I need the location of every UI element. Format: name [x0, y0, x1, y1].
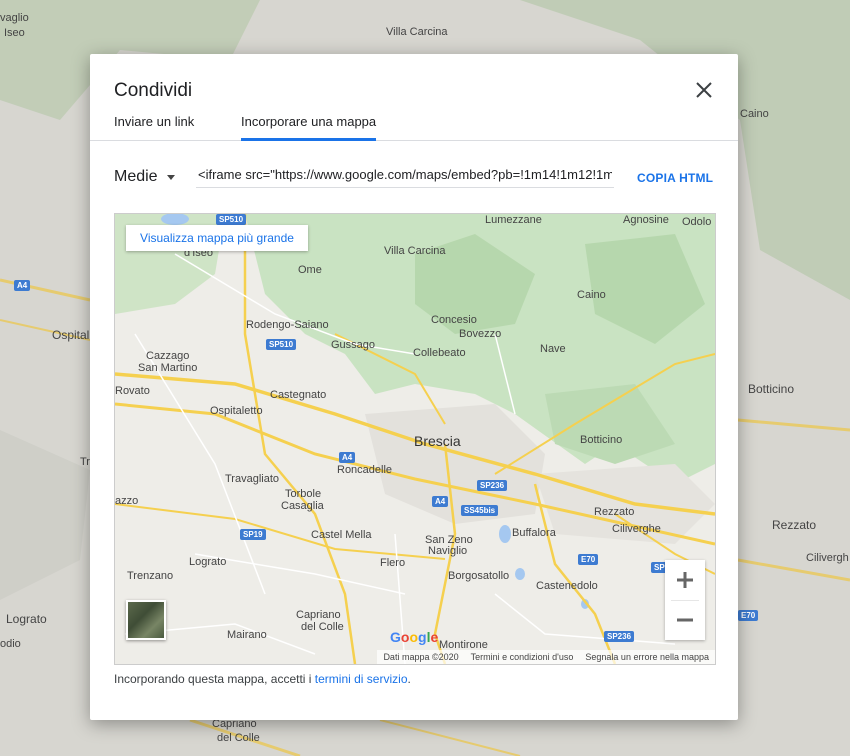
map-label: azzo	[115, 495, 139, 507]
map-label: Castenedolo	[536, 580, 598, 592]
map-label: Travagliato	[225, 473, 280, 485]
map-label: Rovato	[115, 385, 150, 397]
map-label: Casaglia	[281, 500, 324, 512]
bg-label: vaglio	[0, 12, 29, 24]
road-shield: SS45bis	[461, 505, 499, 516]
bg-label: Caino	[740, 108, 769, 120]
map-label: Lograto	[189, 556, 227, 568]
tab-bar: Inviare un link Incorporare una mappa	[90, 114, 738, 141]
road-shield: SP236	[477, 480, 508, 491]
map-label: Collebeato	[413, 347, 466, 359]
road-shield: E70	[578, 554, 599, 565]
map-label: Caino	[577, 289, 606, 301]
map-label: Roncadelle	[337, 464, 393, 476]
map-label: Trenzano	[127, 570, 174, 582]
bg-label: Iseo	[4, 27, 25, 39]
map-label: Gussago	[331, 339, 376, 351]
bg-label: Cilivergh	[806, 552, 849, 564]
terms-link[interactable]: Termini e condizioni d'uso	[465, 650, 580, 664]
map-data-label: Dati mappa ©2020	[383, 652, 459, 662]
map-label: Cazzago	[146, 350, 190, 362]
dropdown-arrow-icon	[166, 175, 175, 180]
map-label: San Martino	[138, 362, 198, 374]
map-label: Rezzato	[594, 506, 635, 518]
embedded-map[interactable]: Lumezzane Agnosine Odolo Villa Carcina d…	[114, 213, 716, 665]
map-label: Odolo	[682, 216, 712, 228]
bg-label: Botticino	[748, 382, 795, 396]
map-label: Ome	[298, 264, 322, 276]
map-label: Mairano	[227, 629, 267, 641]
bg-label: Rezzato	[772, 518, 817, 532]
share-dialog: Condividi Inviare un link Incorporare un…	[90, 54, 738, 720]
map-label: Buffalora	[512, 527, 556, 539]
map-label-city: Brescia	[414, 433, 461, 449]
map-label: Castel Mella	[311, 529, 372, 541]
map-label: Capriano	[296, 609, 341, 621]
map-label: Ciliverghe	[612, 523, 661, 535]
map-attribution: Dati mappa ©2020 Termini e condizioni d'…	[377, 650, 715, 664]
view-larger-map-button[interactable]: Visualizza mappa più grande	[126, 225, 308, 251]
embed-code-field[interactable]	[196, 162, 614, 188]
bg-label: Ospital	[52, 328, 90, 342]
terms-notice-end: .	[407, 672, 411, 686]
zoom-divider	[671, 600, 699, 601]
map-label: Torbole	[285, 488, 322, 500]
satellite-toggle-button[interactable]	[126, 600, 166, 640]
map-label: Naviglio	[428, 545, 468, 557]
road-shield: A4	[14, 280, 31, 291]
map-label: Agnosine	[623, 214, 669, 226]
zoom-control	[665, 560, 705, 640]
bg-label: odio	[0, 638, 21, 650]
road-shield: SP236	[604, 631, 635, 642]
terms-notice-text: Incorporando questa mappa, accetti i	[114, 672, 315, 686]
map-label: del Colle	[301, 621, 344, 633]
plus-icon	[677, 572, 693, 588]
map-label: Villa Carcina	[384, 245, 446, 257]
map-label: Lumezzane	[485, 214, 542, 226]
minus-icon	[677, 618, 693, 622]
bg-label: Tr	[80, 456, 90, 468]
google-logo: Google	[390, 629, 439, 645]
tab-send-link[interactable]: Inviare un link	[114, 114, 194, 141]
report-error-link[interactable]: Segnala un errore nella mappa	[579, 650, 715, 664]
size-select[interactable]: Medie	[114, 168, 175, 186]
zoom-in-button[interactable]	[665, 560, 705, 600]
map-label: Nave	[540, 343, 566, 355]
close-button[interactable]	[692, 78, 716, 102]
map-label: Castegnato	[270, 389, 327, 401]
map-label: Flero	[380, 557, 406, 569]
close-icon	[696, 82, 712, 98]
terms-of-service-link[interactable]: termini di servizio	[315, 672, 408, 686]
bg-label: del Colle	[217, 732, 260, 744]
size-select-value: Medie	[114, 168, 158, 185]
road-shield: A4	[339, 452, 356, 463]
road-shield: SP19	[240, 529, 266, 540]
road-shield: SP510	[216, 214, 247, 225]
bg-label: Villa Carcina	[386, 26, 448, 38]
map-label: Concesio	[431, 314, 477, 326]
map-label: Ospitaletto	[210, 405, 263, 417]
map-label: Rodengo-Saiano	[246, 319, 329, 331]
zoom-out-button[interactable]	[665, 600, 705, 640]
tab-embed-map[interactable]: Incorporare una mappa	[241, 114, 377, 141]
road-shield: A4	[432, 496, 449, 507]
road-shield: E70	[738, 610, 759, 621]
map-label: Botticino	[580, 434, 623, 446]
dialog-title: Condividi	[114, 80, 193, 101]
bg-label: Lograto	[6, 612, 47, 626]
map-label: Bovezzo	[459, 328, 502, 340]
terms-notice: Incorporando questa mappa, accetti i ter…	[114, 672, 411, 686]
copy-html-button[interactable]: COPIA HTML	[637, 171, 713, 185]
map-label: Borgosatollo	[448, 570, 510, 582]
road-shield: SP510	[266, 339, 297, 350]
